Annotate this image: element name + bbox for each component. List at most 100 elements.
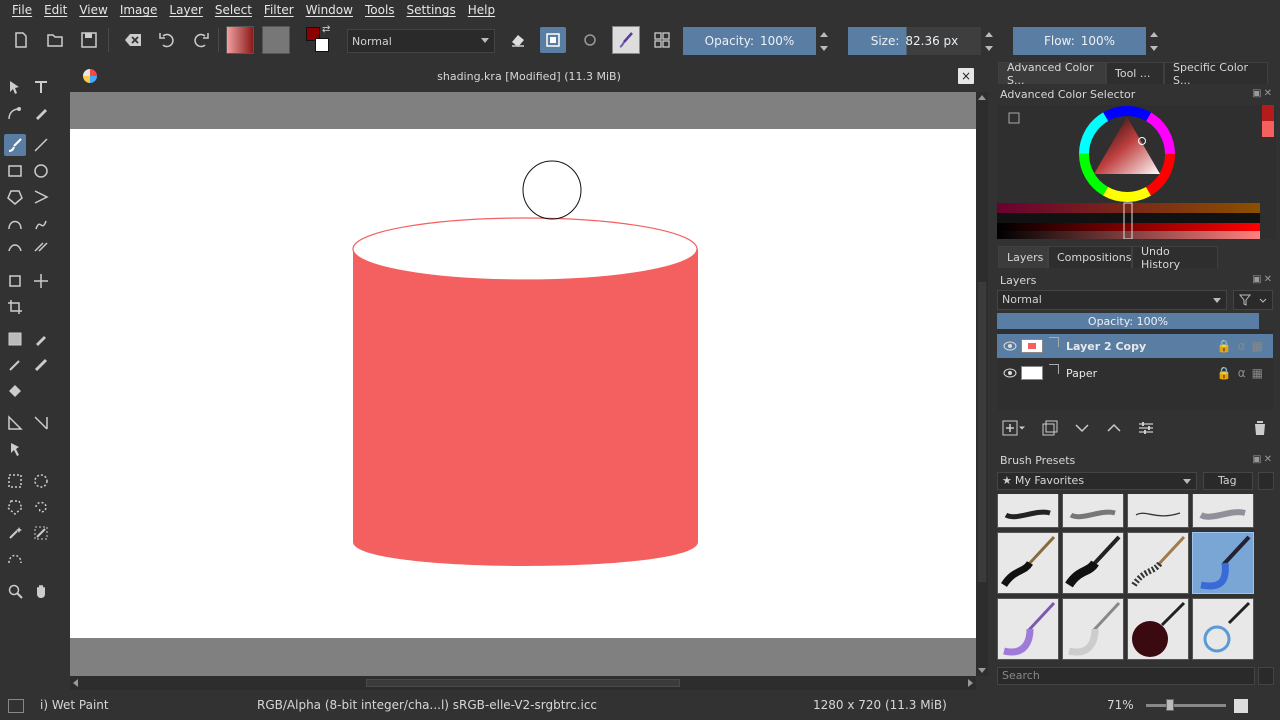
canvas-paper[interactable] — [70, 129, 976, 638]
menu-view[interactable]: View — [73, 3, 113, 17]
brush-preset-status-icon[interactable] — [8, 699, 24, 713]
color-picker-tool-icon[interactable] — [30, 328, 52, 350]
visibility-eye-icon[interactable] — [1003, 366, 1017, 380]
clear-icon[interactable] — [120, 27, 146, 53]
inherit-alpha-icon[interactable] — [1049, 364, 1059, 374]
color-selector-menu-icon[interactable] — [1008, 112, 1020, 124]
layer-lock-alpha-icons[interactable]: 🔒α▦ — [1217, 339, 1269, 353]
swap-colors-icon[interactable]: ⇄ — [322, 24, 330, 35]
preset-save-icon[interactable] — [1258, 667, 1274, 685]
dynamic-brush-tool-icon[interactable] — [4, 238, 26, 260]
brush-preset[interactable] — [1062, 532, 1124, 594]
tab-undo-history[interactable]: Undo History — [1132, 245, 1218, 271]
inherit-alpha-icon[interactable] — [1049, 337, 1059, 347]
opacity-slider[interactable]: Opacity: 100% — [683, 27, 816, 55]
tab-tool-options[interactable]: Tool ... — [1106, 62, 1164, 84]
add-layer-dropdown-icon[interactable] — [1016, 418, 1028, 438]
tab-advanced-color-selector[interactable]: Advanced Color S... — [998, 61, 1106, 87]
canvas[interactable] — [70, 92, 976, 676]
visibility-eye-icon[interactable] — [1003, 339, 1017, 353]
brush-preset[interactable] — [997, 494, 1059, 528]
gradient-preset-swatch[interactable] — [226, 26, 254, 54]
zoom-slider-handle[interactable] — [1166, 699, 1174, 711]
brush-preset[interactable] — [997, 598, 1059, 660]
brush-preset[interactable] — [1127, 494, 1189, 528]
gradient-tool-icon[interactable] — [4, 328, 26, 350]
layers-float-close-icon[interactable]: ▣✕ — [1252, 274, 1274, 285]
eraser-icon[interactable] — [505, 27, 531, 53]
history-swatch-red[interactable] — [1262, 121, 1274, 137]
brush-preset-selected[interactable] — [1192, 532, 1254, 594]
crop-tool-icon[interactable] — [4, 296, 26, 318]
menu-layer[interactable]: Layer — [163, 3, 208, 17]
rectangle-tool-icon[interactable] — [4, 160, 26, 182]
layer-filter-icon[interactable] — [1233, 290, 1273, 310]
new-document-icon[interactable] — [8, 27, 34, 53]
vertical-scrollbar[interactable] — [976, 92, 988, 676]
canvas-drawing[interactable] — [70, 129, 976, 638]
layer-row-layer-2-copy[interactable]: Layer 2 Copy 🔒α▦ — [997, 334, 1273, 358]
duplicate-layer-icon[interactable] — [1040, 418, 1060, 438]
horizontal-scrollbar[interactable] — [70, 676, 976, 690]
pan-tool-icon[interactable] — [30, 580, 52, 602]
elliptical-selection-tool-icon[interactable] — [30, 470, 52, 492]
bezier-selection-tool-icon[interactable] — [4, 548, 26, 570]
polyline-tool-icon[interactable] — [30, 186, 52, 208]
polygonal-selection-tool-icon[interactable] — [4, 496, 26, 518]
preserve-alpha-icon[interactable] — [540, 27, 566, 53]
fill-tool-icon[interactable] — [4, 380, 26, 402]
background-color-swatch[interactable] — [315, 38, 329, 52]
color-history-swatches[interactable] — [1260, 105, 1276, 239]
brush-preset[interactable] — [1127, 598, 1189, 660]
brush-preset[interactable] — [1062, 598, 1124, 660]
color-swatches[interactable]: ⇄ — [306, 24, 332, 53]
advanced-color-selector[interactable] — [997, 105, 1260, 240]
tab-layers[interactable]: Layers — [998, 246, 1048, 268]
brush-preset[interactable] — [1062, 494, 1124, 528]
layer-opacity-slider[interactable]: Opacity: 100% — [997, 313, 1259, 329]
redo-icon[interactable] — [188, 27, 214, 53]
line-tool-icon[interactable] — [30, 134, 52, 156]
freehand-brush-tool-icon[interactable] — [4, 134, 26, 156]
brush-preset[interactable] — [1192, 494, 1254, 528]
document-tab[interactable]: shading.kra [Modified] (11.3 MiB) × — [70, 62, 988, 92]
tab-specific-color-selector[interactable]: Specific Color S... — [1164, 61, 1268, 87]
save-icon[interactable] — [76, 27, 102, 53]
zoom-tool-icon[interactable] — [4, 580, 26, 602]
text-tool-icon[interactable] — [30, 76, 52, 98]
polygon-tool-icon[interactable] — [4, 186, 26, 208]
saturation-value-triangle[interactable] — [1094, 117, 1160, 174]
pattern-swatch[interactable] — [262, 26, 290, 54]
layer-lock-alpha-icons[interactable]: 🔒α▦ — [1217, 366, 1269, 380]
zoom-slider[interactable] — [1146, 704, 1226, 707]
freehand-path-tool-icon[interactable] — [30, 212, 52, 234]
select-shapes-tool-icon[interactable] — [4, 76, 26, 98]
close-document-icon[interactable]: × — [958, 68, 974, 84]
preset-filter-select[interactable]: ★ My Favorites — [997, 472, 1197, 490]
brush-preset-icon[interactable] — [612, 26, 640, 54]
multibrush-tool-icon[interactable] — [30, 238, 52, 260]
delete-layer-icon[interactable] — [1250, 418, 1270, 438]
preset-view-menu-icon[interactable] — [1258, 472, 1274, 490]
open-document-icon[interactable] — [42, 27, 68, 53]
undo-icon[interactable] — [154, 27, 180, 53]
menu-edit[interactable]: Edit — [38, 3, 73, 17]
canvas-only-icon[interactable] — [1234, 699, 1248, 713]
move-tool-icon[interactable] — [30, 270, 52, 292]
history-swatch-dark-red[interactable] — [1262, 105, 1274, 121]
freehand-selection-tool-icon[interactable] — [30, 496, 52, 518]
menu-select[interactable]: Select — [209, 3, 258, 17]
ellipse-tool-icon[interactable] — [30, 160, 52, 182]
flow-slider[interactable]: Flow: 100% — [1013, 27, 1146, 55]
menu-filter[interactable]: Filter — [258, 3, 300, 17]
colorize-mask-tool-icon[interactable] — [4, 354, 26, 376]
size-slider[interactable]: Size: 82.36 px — [848, 27, 981, 55]
brush-options-grid-icon[interactable] — [649, 27, 675, 53]
transform-tool-icon[interactable] — [4, 270, 26, 292]
assistant-tool-icon[interactable] — [30, 412, 52, 434]
move-layer-up-icon[interactable] — [1104, 418, 1124, 438]
layer-row-paper[interactable]: Paper 🔒α▦ — [997, 361, 1273, 385]
reference-images-tool-icon[interactable] — [4, 438, 26, 460]
opacity-spinner[interactable] — [818, 27, 830, 55]
reload-preset-icon[interactable] — [577, 27, 603, 53]
